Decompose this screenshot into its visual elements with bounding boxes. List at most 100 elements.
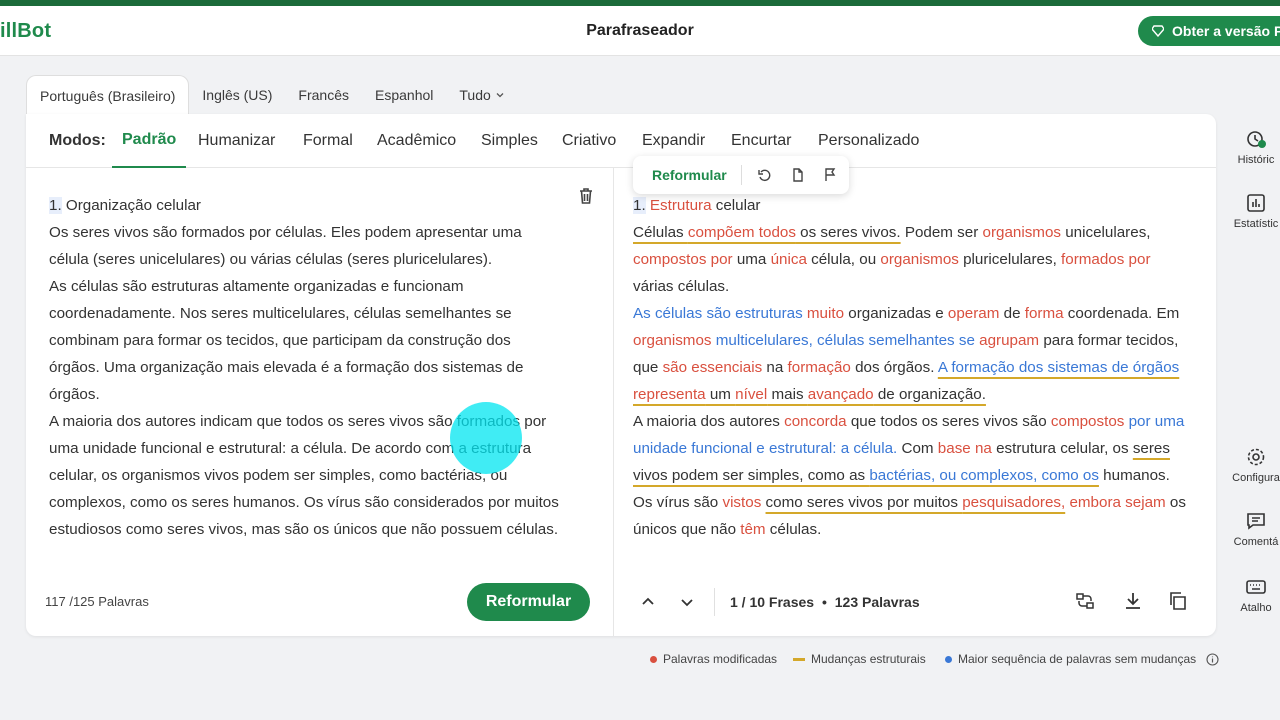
modes-label: Modos:	[49, 132, 106, 149]
document-icon[interactable]	[790, 167, 806, 183]
output-editor[interactable]: 1. Estrutura celular Células compõem todo…	[633, 192, 1193, 543]
chevron-down-icon	[496, 93, 504, 98]
output-word-count: 123 Palavras	[834, 594, 920, 610]
mode-academic[interactable]: Acadêmico	[377, 114, 456, 168]
output-segment-chg[interactable]: formados por	[1061, 251, 1150, 268]
output-segment-chg[interactable]: organismos	[880, 251, 959, 268]
output-stats: 1 / 10 Frases • 123 Palavras	[730, 594, 920, 610]
rephrase-button[interactable]: Reformular	[467, 583, 590, 621]
output-segment-chg[interactable]: muito	[807, 305, 844, 322]
output-segment-chg[interactable]: base na	[938, 440, 992, 457]
output-segment-chg[interactable]: compostos por	[633, 251, 733, 268]
output-segment: Podem ser	[900, 224, 983, 241]
mode-standard[interactable]: Padrão	[112, 114, 187, 168]
sidebar-item-history[interactable]: Históric	[1226, 128, 1280, 166]
output-segment-chg[interactable]: forma	[1025, 305, 1064, 322]
keyboard-icon	[1246, 580, 1266, 594]
output-segment-chg[interactable]: vistos	[722, 494, 761, 511]
mode-creative[interactable]: Criativo	[562, 114, 616, 168]
sidebar-item-settings[interactable]: Configura	[1226, 446, 1280, 484]
sidebar-label: Históric	[1237, 154, 1275, 166]
panel-divider	[613, 168, 614, 636]
input-title-line: 1. Organização celular	[49, 192, 559, 219]
output-segment-chg[interactable]: operam	[948, 305, 1000, 322]
sidebar-item-statistics[interactable]: Estatístic	[1226, 192, 1280, 230]
output-segment: A maioria dos autores	[633, 413, 785, 430]
output-segment-chg[interactable]: agrupam	[979, 332, 1039, 349]
paraphraser-card: Modos: Padrão Humanizar Formal Acadêmico…	[26, 114, 1216, 636]
output-segment-str: de organização.	[873, 386, 986, 403]
header: illBot Parafraseador Obter a versão P	[0, 6, 1280, 56]
output-segment-chg[interactable]: nível	[735, 386, 767, 403]
output-segment-chg[interactable]: avançado	[808, 386, 874, 403]
line-number: 1.	[49, 197, 62, 214]
output-segment-chg[interactable]: organismos	[983, 224, 1062, 241]
output-segment-seq: multicelulares, células semelhantes se	[715, 332, 975, 349]
output-segment: uma	[732, 251, 771, 268]
undo-icon[interactable]	[757, 167, 773, 183]
tab-english[interactable]: Inglês (US)	[189, 75, 285, 115]
legend-line-yellow	[793, 657, 805, 661]
output-segment: várias células.	[633, 278, 730, 295]
output-segment-str: Células	[633, 224, 688, 241]
output-segment-chg[interactable]: compostos	[1051, 413, 1124, 430]
mode-simple[interactable]: Simples	[481, 114, 538, 168]
footer-divider	[714, 588, 715, 616]
chevron-up-icon[interactable]	[640, 594, 656, 610]
mode-formal[interactable]: Formal	[303, 114, 353, 168]
copy-icon[interactable]	[1167, 590, 1189, 612]
sidebar-item-comments[interactable]: Comentá	[1226, 510, 1280, 548]
tab-all-label: Tudo	[459, 87, 491, 103]
flag-icon[interactable]	[822, 167, 838, 183]
tab-all[interactable]: Tudo	[446, 75, 517, 115]
tab-portuguese[interactable]: Português (Brasileiro)	[26, 75, 190, 115]
input-paragraph: A maioria dos autores indicam que todos …	[49, 413, 559, 538]
output-segment: celular	[711, 197, 761, 214]
output-segment-chg[interactable]: compõem todos	[688, 224, 796, 241]
info-icon[interactable]	[1206, 652, 1219, 666]
output-segment: unicelulares,	[1061, 224, 1151, 241]
output-segment-chg[interactable]: têm	[740, 521, 765, 538]
modes-bar: Modos: Padrão Humanizar Formal Acadêmico…	[26, 114, 1216, 168]
sidebar-label: Estatístic	[1233, 218, 1279, 230]
bar-chart-icon	[1247, 194, 1265, 212]
mode-humanize[interactable]: Humanizar	[198, 114, 275, 168]
trash-icon[interactable]	[576, 186, 596, 206]
chevron-down-icon[interactable]	[679, 594, 695, 610]
history-icon	[1247, 131, 1266, 148]
toolbar-rephrase-button[interactable]: Reformular	[652, 167, 727, 183]
legend-modified-label: Palavras modificadas	[663, 652, 778, 666]
input-editor[interactable]: 1. Organização celular Os seres vivos sã…	[49, 192, 559, 543]
output-segment-seq: bactérias, ou complexos, como os	[869, 467, 1099, 484]
sidebar-item-shortcuts[interactable]: Atalho	[1226, 576, 1280, 614]
input-word-count: 117 /125 Palavras	[45, 594, 149, 609]
sidebar-label: Configura	[1232, 472, 1280, 484]
tab-spanish[interactable]: Espanhol	[362, 75, 446, 115]
output-segment: Com	[897, 440, 938, 457]
output-segment-chg[interactable]: formação	[788, 359, 851, 376]
output-segment-chg[interactable]: pesquisadores,	[962, 494, 1065, 511]
output-segment: célula, ou	[806, 251, 881, 268]
get-premium-button[interactable]: Obter a versão P	[1138, 16, 1280, 46]
output-segment: na	[762, 359, 788, 376]
legend-structural-label: Mudanças estruturais	[811, 652, 926, 666]
sidebar-label: Atalho	[1240, 602, 1272, 614]
output-segment: coordenada. Em	[1063, 305, 1180, 322]
output-segment-chg[interactable]: representa	[633, 386, 706, 403]
output-segment: organizadas e	[844, 305, 948, 322]
output-segment-chg[interactable]: única	[771, 251, 807, 268]
output-segment-chg[interactable]: Estrutura	[650, 197, 712, 214]
toolbar-divider	[741, 165, 742, 185]
output-segment-chg[interactable]: organismos	[633, 332, 712, 349]
stats-separator: •	[821, 594, 827, 610]
download-icon[interactable]	[1122, 590, 1144, 612]
output-segment-chg[interactable]: embora sejam	[1069, 494, 1165, 511]
tab-french[interactable]: Francês	[285, 75, 362, 115]
language-tabs: Português (Brasileiro) Inglês (US) Franc…	[26, 75, 518, 115]
gear-icon	[1247, 448, 1265, 466]
output-segment: pluricelulares,	[958, 251, 1062, 268]
comment-icon	[1247, 513, 1265, 530]
output-segment-chg[interactable]: são essenciais	[663, 359, 763, 376]
output-segment-chg[interactable]: concorda	[784, 413, 846, 430]
compare-icon[interactable]	[1074, 590, 1096, 612]
